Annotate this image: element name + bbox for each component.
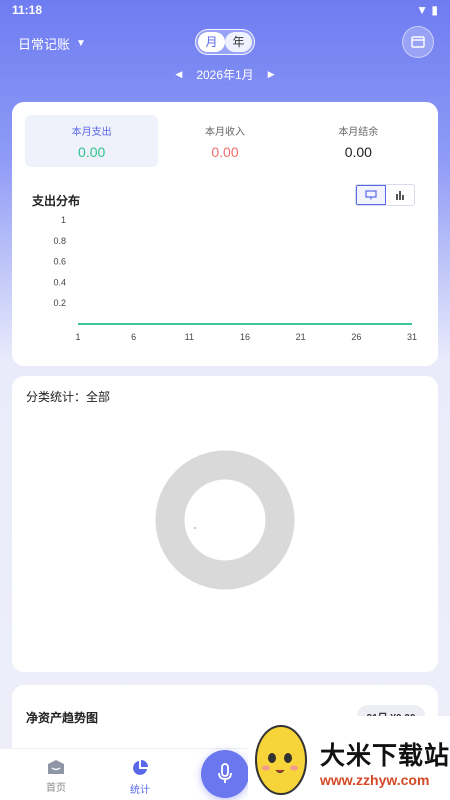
watermark-name: 大米下载站 [320, 742, 450, 770]
status-icons: ▼ ▮ [416, 3, 438, 17]
x-tick-label: 1 [75, 332, 80, 342]
y-tick-label: 0.4 [53, 277, 66, 287]
summary-income[interactable]: 本月收入 0.00 [158, 115, 291, 167]
line-chart-icon[interactable] [356, 185, 386, 205]
calendar-icon [411, 36, 425, 48]
x-tick-label: 31 [407, 332, 417, 342]
y-tick-label: 0.6 [53, 257, 66, 267]
book-name: 日常记账 [18, 37, 71, 52]
income-label: 本月收入 [204, 126, 245, 138]
trend-title: 净资产趋势图 [26, 711, 99, 725]
calendar-button[interactable] [402, 26, 434, 58]
chart-type-toggle[interactable] [355, 184, 415, 206]
nav-home-label: 首页 [46, 783, 66, 794]
month-navigator: ◀ 2026年1月 ▶ [0, 64, 450, 84]
category-title: 分类统计：全部 [26, 390, 111, 404]
donut-center-dot [194, 527, 196, 529]
summary-row: 本月支出 0.00 本月收入 0.00 本月结余 0.00 [25, 115, 425, 167]
y-tick-label: 0.2 [53, 298, 66, 308]
pie-chart-icon [133, 760, 148, 775]
expense-value: 0.00 [78, 143, 106, 160]
income-value: 0.00 [211, 143, 239, 160]
expense-label: 本月支出 [71, 126, 112, 138]
donut-ring [155, 450, 295, 590]
next-month-icon[interactable]: ▶ [268, 69, 275, 80]
balance-label: 本月结余 [338, 126, 379, 138]
expense-line-chart: 0.20.40.60.811 6 11 16 21 26 31 [53, 215, 417, 342]
x-tick-label: 21 [296, 332, 306, 342]
nav-stats[interactable]: 统计 [110, 759, 170, 796]
chevron-down-icon: ▼ [76, 38, 86, 49]
status-bar: 11:18 ▼ ▮ [0, 0, 450, 22]
x-tick-label: 16 [240, 332, 250, 342]
bar-chart-icon[interactable] [386, 185, 414, 205]
category-donut-chart [155, 450, 295, 590]
month-label: 2026年1月 [196, 67, 254, 82]
watermark-url: www.zzhyw.com [320, 772, 430, 788]
home-icon [48, 760, 64, 774]
category-card: 分类统计：全部 [12, 376, 438, 672]
period-year-option[interactable]: 年 [225, 32, 252, 52]
microphone-icon [218, 763, 232, 783]
nav-home[interactable]: 首页 [26, 759, 86, 794]
period-month-option[interactable]: 月 [198, 32, 225, 52]
voice-record-button[interactable] [201, 750, 249, 798]
summary-expense[interactable]: 本月支出 0.00 [25, 115, 159, 167]
period-toggle[interactable]: 月 年 [195, 29, 255, 55]
summary-card: 本月支出 0.00 本月收入 0.00 本月结余 0.00 支出分布 0.2 0.… [12, 102, 438, 366]
expense-distribution-title: 支出分布 [32, 194, 81, 208]
watermark: 大米下载站 www.zzhyw.com [248, 716, 450, 800]
x-tick-label: 26 [351, 332, 361, 342]
x-tick-label: 6 [131, 332, 136, 342]
prev-month-icon[interactable]: ◀ [175, 69, 182, 80]
status-time: 11:18 [12, 3, 43, 17]
battery-icon: ▮ [431, 3, 438, 17]
y-tick-label: 0.8 [53, 236, 66, 246]
balance-value: 0.00 [344, 143, 372, 160]
mascot-egg-icon [255, 725, 307, 795]
nav-stats-label: 统计 [130, 785, 150, 796]
book-selector[interactable]: 日常记账 ▼ [18, 34, 86, 53]
header: 日常记账 ▼ 月 年 [0, 22, 450, 60]
x-tick-label: 11 [185, 332, 194, 342]
y-tick-label: 1 [61, 215, 66, 225]
wifi-icon: ▼ [416, 3, 429, 17]
summary-balance[interactable]: 本月结余 0.00 [292, 115, 425, 167]
